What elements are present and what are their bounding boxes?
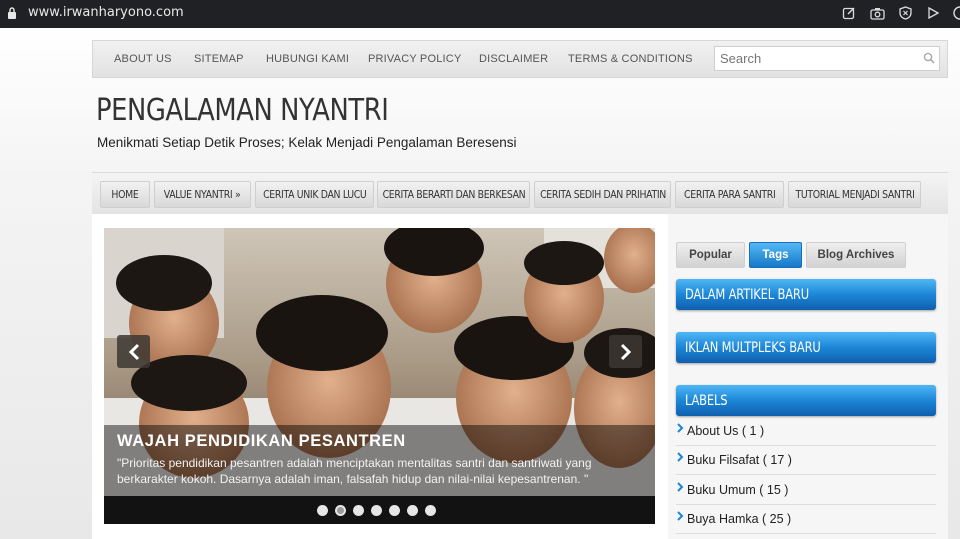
widget-labels: LABELS (676, 385, 936, 416)
slide-title[interactable]: WAJAH PENDIDIKAN PESANTREN (117, 432, 406, 451)
label-item-buku-umum[interactable]: Buku Umum ( 15 ) (676, 476, 936, 505)
nav-tab-label: CERITA SEDIH DAN PRIHATIN (539, 188, 666, 201)
shield-icon[interactable] (896, 4, 914, 22)
url-text[interactable]: www.irwanharyono.com (28, 5, 184, 20)
top-menu-privacy-policy[interactable]: PRIVACY POLICY (368, 53, 461, 65)
top-menu-sitemap[interactable]: SITEMAP (194, 53, 244, 65)
featured-slider[interactable]: WAJAH PENDIDIKAN PESANTREN "Prioritas pe… (104, 228, 655, 524)
slide-caption: WAJAH PENDIDIKAN PESANTREN "Prioritas pe… (104, 425, 655, 496)
nav-tab-cerita-para-santri[interactable]: CERITA PARA SANTRI (675, 181, 784, 208)
top-menu-disclaimer[interactable]: DISCLAIMER (479, 53, 548, 65)
slider-pagination (104, 496, 655, 524)
nav-tab-cerita-berarti[interactable]: CERITA BERARTI DAN BERKESAN (377, 181, 530, 208)
nav-tab-cerita-sedih[interactable]: CERITA SEDIH DAN PRIHATIN (534, 181, 671, 208)
chevron-right-icon (620, 343, 631, 360)
nav-tab-cerita-unik[interactable]: CERITA UNIK DAN LUCU (255, 181, 374, 208)
chevron-left-icon (128, 343, 139, 360)
slider-dot[interactable] (317, 505, 328, 516)
search-box (714, 46, 940, 71)
nav-tab-value-nyantri[interactable]: VALUE NYANTRI » (154, 181, 251, 208)
nav-tab-label: VALUE NYANTRI » (164, 188, 241, 201)
nav-tab-label: CERITA PARA SANTRI (683, 188, 776, 201)
label-item-buya-hamka[interactable]: Buya Hamka ( 25 ) (676, 505, 936, 534)
nav-tab-tutorial[interactable]: TUTORIAL MENJADI SANTRI (788, 181, 921, 208)
label-item-text[interactable]: Buku Filsafat ( 17 ) (687, 453, 792, 467)
widget-title: LABELS (685, 392, 728, 409)
circle-icon[interactable] (952, 4, 960, 22)
slider-dot[interactable] (407, 505, 418, 516)
search-icon[interactable] (923, 52, 935, 64)
slider-dot-active[interactable] (335, 505, 346, 516)
widget-dalam-artikel-baru: DALAM ARTIKEL BARU (676, 279, 936, 310)
nav-tab-label: TUTORIAL MENJADI SANTRI (795, 188, 914, 201)
nav-tab-label: CERITA BERARTI DAN BERKESAN (382, 188, 525, 201)
search-input[interactable] (715, 47, 915, 70)
slider-next-button[interactable] (609, 335, 642, 368)
camera-icon[interactable] (868, 4, 886, 22)
slider-dot[interactable] (353, 505, 364, 516)
chevron-right-icon (677, 423, 684, 433)
slider-dot[interactable] (389, 505, 400, 516)
edit-icon[interactable] (840, 4, 858, 22)
main-nav: HOME VALUE NYANTRI » CERITA UNIK DAN LUC… (92, 172, 948, 214)
lock-icon (8, 7, 16, 19)
browser-address-bar: www.irwanharyono.com (0, 0, 960, 28)
nav-tab-label: HOME (111, 188, 139, 201)
widget-title: DALAM ARTIKEL BARU (685, 286, 809, 303)
play-icon[interactable] (924, 4, 942, 22)
slider-prev-button[interactable] (117, 335, 150, 368)
site-description: Menikmati Setiap Detik Proses; Kelak Men… (97, 135, 517, 150)
top-menu-terms-conditions[interactable]: TERMS & CONDITIONS (568, 53, 693, 65)
label-item-text[interactable]: About Us ( 1 ) (687, 424, 764, 438)
browser-toolbar-icons (840, 4, 960, 22)
site-title[interactable]: PENGALAMAN NYANTRI (96, 93, 389, 128)
chevron-right-icon (677, 511, 684, 521)
sidebar-tab-tags[interactable]: Tags (749, 242, 802, 268)
sidebar-tab-popular[interactable]: Popular (676, 242, 745, 268)
label-item-text[interactable]: Buku Umum ( 15 ) (687, 483, 788, 497)
top-menu-hubungi-kami[interactable]: HUBUNGI KAMI (266, 53, 349, 65)
label-item-about-us[interactable]: About Us ( 1 ) (676, 417, 936, 446)
label-item-text[interactable]: Buya Hamka ( 25 ) (687, 512, 791, 526)
top-menu-about-us[interactable]: ABOUT US (114, 53, 172, 65)
widget-iklan-multpleks-baru: IKLAN MULTPLEKS BARU (676, 332, 936, 363)
nav-tab-home[interactable]: HOME (100, 181, 150, 208)
slider-dot[interactable] (371, 505, 382, 516)
widget-title: IKLAN MULTPLEKS BARU (685, 339, 821, 356)
chevron-right-icon (677, 482, 684, 492)
slide-text: "Prioritas pendidikan pesantren adalah m… (117, 456, 592, 486)
sidebar-tab-blog-archives[interactable]: Blog Archives (806, 242, 906, 268)
slider-dot[interactable] (425, 505, 436, 516)
label-item-buku-filsafat[interactable]: Buku Filsafat ( 17 ) (676, 446, 936, 475)
chevron-right-icon (677, 452, 684, 462)
nav-tab-label: CERITA UNIK DAN LUCU (262, 188, 367, 201)
